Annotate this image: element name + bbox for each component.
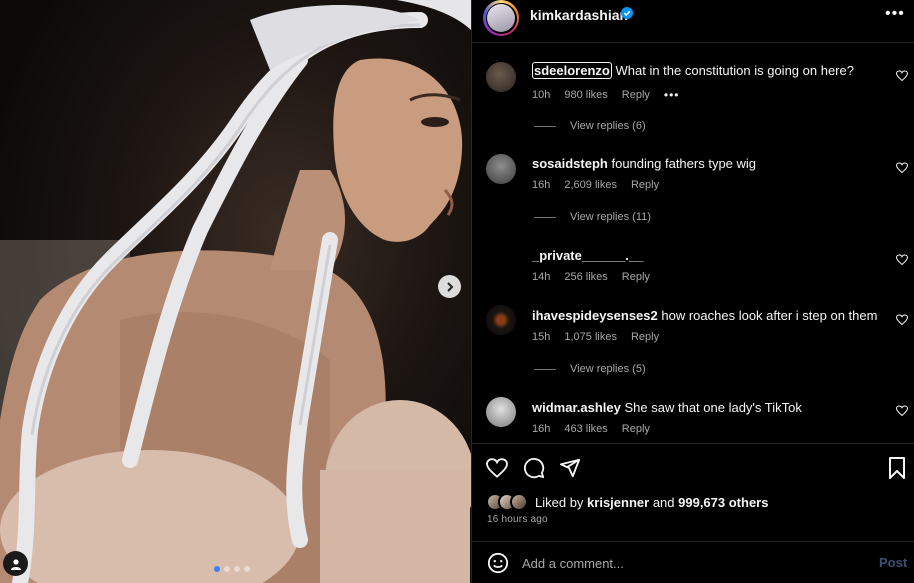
reply-button[interactable]: Reply — [622, 423, 650, 435]
next-photo-button[interactable] — [438, 275, 461, 298]
liked-by-user[interactable]: krisjenner — [587, 495, 649, 510]
liked-by-avatars — [486, 493, 528, 511]
heart-icon[interactable] — [896, 254, 908, 266]
comment-input[interactable] — [522, 552, 852, 574]
comment-meta: 15h 1,075 likes Reply — [532, 331, 659, 343]
heart-icon[interactable] — [896, 314, 908, 326]
comment-username[interactable]: ihavespideysenses2 — [532, 308, 658, 323]
author-avatar[interactable] — [483, 0, 519, 36]
comment-time: 16h — [532, 179, 551, 191]
post-sidebar: kimkardashian ••• sdeelorenzo What in th… — [471, 0, 914, 583]
comment-meta: 14h 256 likes Reply — [532, 271, 650, 283]
comment-meta: 16h 463 likes Reply — [532, 423, 650, 435]
user-tag-icon — [10, 558, 21, 570]
carousel-dot — [244, 566, 250, 572]
carousel-dot — [224, 566, 230, 572]
view-replies-button[interactable]: View replies (11) — [534, 211, 651, 223]
share-icon[interactable] — [559, 457, 581, 479]
carousel-dot — [214, 566, 220, 572]
comment-body: founding fathers type wig — [611, 156, 757, 171]
next-arrow-icon — [446, 281, 453, 292]
comment-time: 10h — [532, 89, 551, 101]
comments-list[interactable]: sdeelorenzo What in the constitution is … — [472, 44, 914, 442]
heart-icon[interactable] — [896, 70, 908, 82]
comment-body: What in the constitution is going on her… — [615, 63, 854, 78]
comment-text: sosaidsteph founding fathers type wig — [532, 156, 756, 171]
author-username[interactable]: kimkardashian — [530, 7, 628, 23]
more-options-icon[interactable]: ••• — [885, 5, 905, 23]
view-replies-label: View replies (6) — [570, 120, 646, 132]
comment-likes[interactable]: 1,075 likes — [564, 331, 617, 343]
reply-button[interactable]: Reply — [622, 271, 650, 283]
post-timestamp: 16 hours ago — [487, 514, 548, 525]
tagged-users-button[interactable] — [3, 551, 28, 576]
comment-likes[interactable]: 980 likes — [564, 89, 607, 101]
emoji-icon[interactable] — [487, 552, 509, 574]
commenter-avatar[interactable] — [486, 397, 516, 427]
commenter-avatar[interactable] — [486, 62, 516, 92]
commenter-avatar[interactable] — [486, 305, 516, 335]
liked-by-prefix: Liked by — [535, 495, 588, 510]
bookmark-icon[interactable] — [888, 457, 906, 479]
comment-text: _private______.__ — [532, 248, 643, 263]
view-replies-button[interactable]: View replies (6) — [534, 120, 646, 132]
liked-by-middle: and — [649, 495, 679, 510]
comment-body: She saw that one lady's TikTok — [624, 400, 802, 415]
add-comment-bar: Post — [472, 541, 914, 583]
comment-likes[interactable]: 2,609 likes — [564, 179, 617, 191]
view-replies-button[interactable]: View replies (5) — [534, 363, 646, 375]
comment-username[interactable]: sdeelorenzo — [532, 62, 612, 79]
comment-text: widmar.ashley She saw that one lady's Ti… — [532, 400, 802, 415]
post-header: kimkardashian ••• — [472, 0, 914, 43]
reply-button[interactable]: Reply — [631, 331, 659, 343]
commenter-avatar[interactable] — [486, 154, 516, 184]
comment-body: how roaches look after i step on them — [661, 308, 878, 323]
likes-count[interactable]: 999,673 others — [678, 495, 768, 510]
view-replies-label: View replies (11) — [570, 211, 651, 223]
comment-meta: 16h 2,609 likes Reply — [532, 179, 659, 191]
post-photo — [0, 0, 471, 583]
comment-time: 16h — [532, 423, 551, 435]
view-replies-label: View replies (5) — [570, 363, 646, 375]
comment-time: 15h — [532, 331, 551, 343]
comment-likes[interactable]: 256 likes — [564, 271, 607, 283]
reply-button[interactable]: Reply — [622, 89, 650, 101]
comment-likes[interactable]: 463 likes — [564, 423, 607, 435]
heart-icon[interactable] — [896, 162, 908, 174]
carousel-dot — [234, 566, 240, 572]
comment-text: ihavespideysenses2 how roaches look afte… — [532, 308, 877, 323]
comment-username[interactable]: sosaidsteph — [532, 156, 608, 171]
comment-username[interactable]: _private______.__ — [532, 248, 643, 263]
reply-button[interactable]: Reply — [631, 179, 659, 191]
carousel-indicator — [214, 566, 250, 572]
comment-options-icon[interactable]: ••• — [664, 88, 680, 102]
comment-username[interactable]: widmar.ashley — [532, 400, 621, 415]
comment-icon[interactable] — [523, 457, 545, 479]
post-media[interactable] — [0, 0, 471, 583]
comment-time: 14h — [532, 271, 551, 283]
verified-badge-icon — [621, 7, 633, 19]
post-comment-button[interactable]: Post — [879, 555, 907, 570]
heart-icon[interactable] — [896, 405, 908, 417]
heart-icon[interactable] — [486, 458, 508, 478]
comment-text: sdeelorenzo What in the constitution is … — [532, 62, 854, 79]
comment-meta: 10h 980 likes Reply ••• — [532, 88, 680, 102]
liked-by-summary[interactable]: Liked by krisjenner and 999,673 others — [535, 495, 768, 510]
post-actions: Liked by krisjenner and 999,673 others 1… — [472, 443, 914, 553]
